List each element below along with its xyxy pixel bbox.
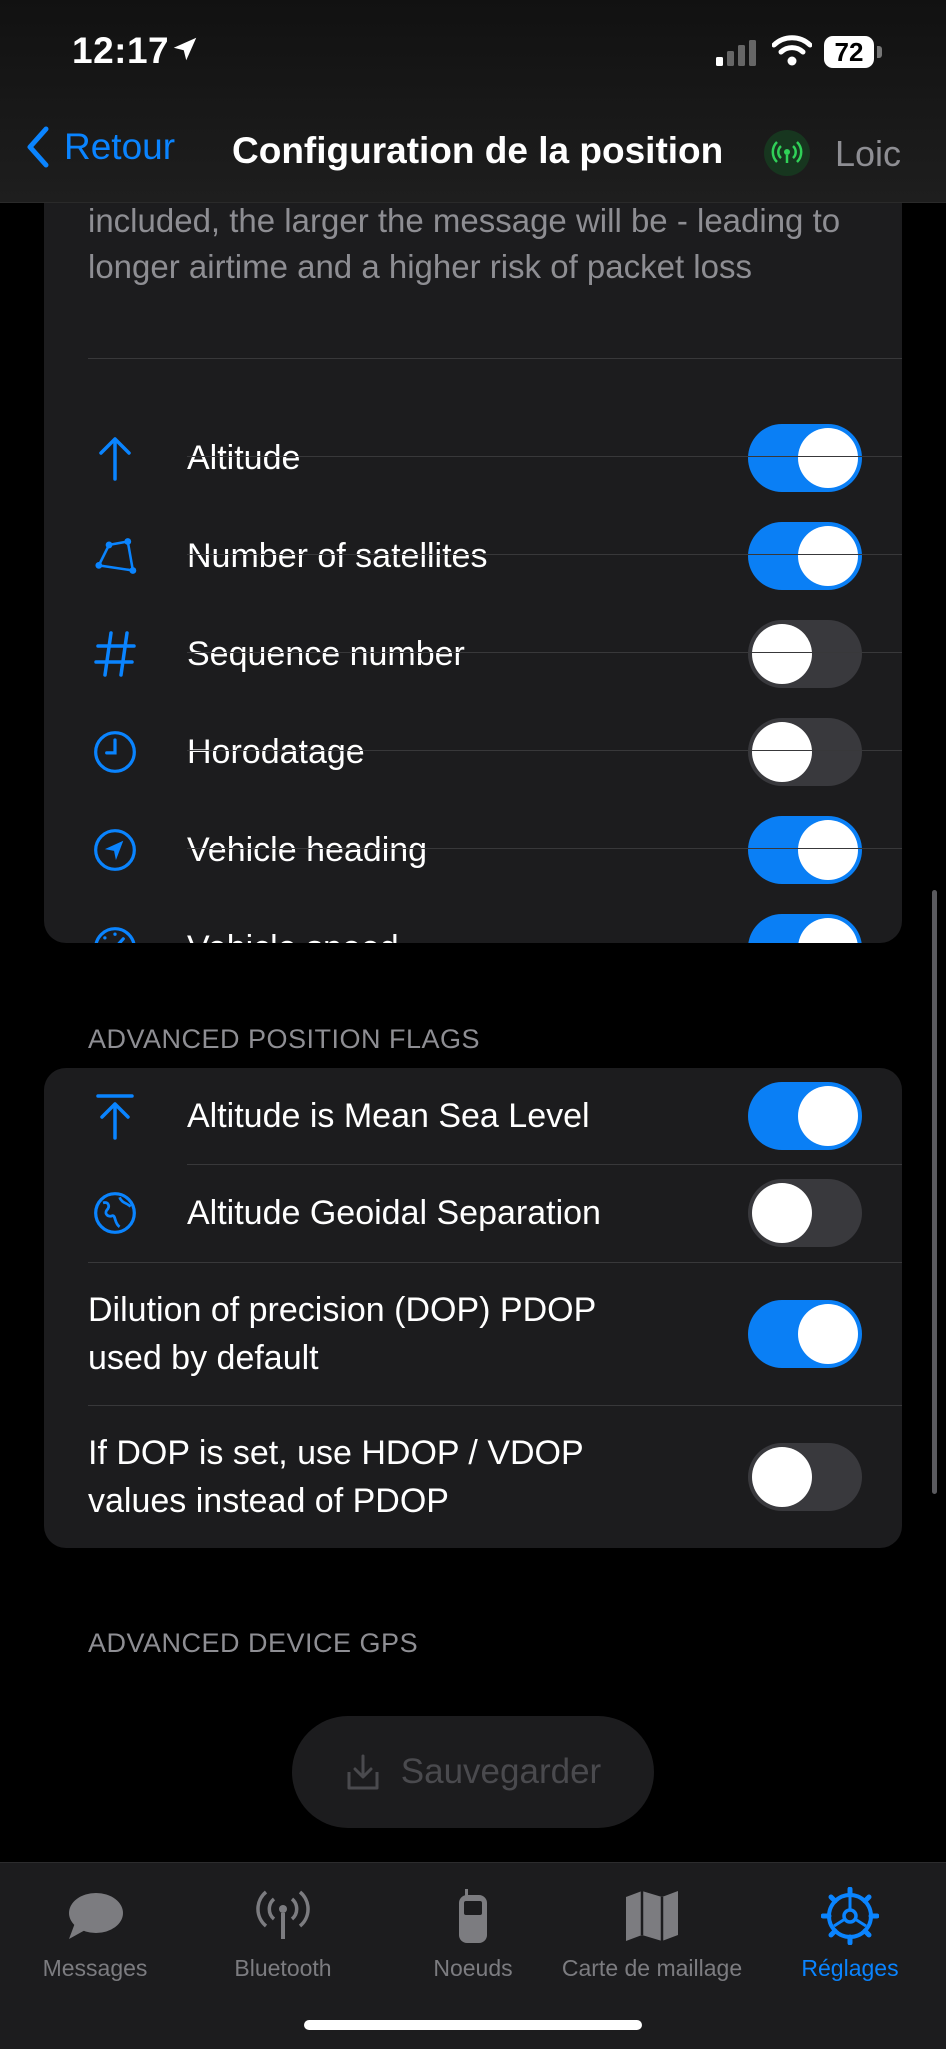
sequence-label: Sequence number — [187, 634, 465, 673]
msl-toggle[interactable] — [748, 1082, 862, 1150]
save-label: Sauvegarder — [400, 1752, 602, 1791]
sequence-row: Sequence number — [44, 606, 902, 702]
battery-indicator: 72 — [824, 36, 874, 68]
cell-signal-icon — [716, 40, 760, 71]
msl-row: Altitude is Mean Sea Level — [44, 1068, 902, 1164]
satellites-row: Number of satellites — [44, 508, 902, 604]
page-title: Configuration de la position — [232, 130, 724, 171]
back-label: Retour — [64, 126, 176, 167]
pdop-row: Dilution of precision (DOP) PDOP used by… — [44, 1263, 902, 1405]
satellite-polygon-icon — [92, 533, 138, 579]
hvdop-label: If DOP is set, use HDOP / VDOP values in… — [88, 1434, 584, 1520]
antenna-icon — [253, 1881, 313, 1951]
message-bubble-icon — [65, 1881, 125, 1951]
timestamp-label: Horodatage — [187, 732, 365, 771]
save-button[interactable]: Sauvegarder — [292, 1716, 654, 1828]
divider — [187, 750, 902, 751]
satellites-toggle[interactable] — [748, 522, 862, 590]
tab-label: Noeuds — [433, 1955, 513, 1981]
tab-label: Bluetooth — [234, 1955, 332, 1981]
hvdop-toggle[interactable] — [748, 1443, 862, 1511]
tab-messages[interactable]: Messages — [40, 1881, 150, 1982]
heading-toggle[interactable] — [748, 816, 862, 884]
gear-icon — [821, 1881, 879, 1951]
divider — [187, 456, 902, 457]
section-header-advanced-flags: ADVANCED POSITION FLAGS — [88, 1024, 481, 1054]
speed-label: Vehicle speed — [187, 929, 399, 944]
heading-label: Vehicle heading — [187, 830, 428, 869]
tab-settings[interactable]: Réglages — [798, 1881, 902, 1982]
location-arrow-circle-icon — [92, 827, 138, 873]
altitude-label: Altitude — [187, 438, 301, 477]
scroll-indicator[interactable] — [932, 890, 937, 1494]
altitude-row: Altitude — [44, 410, 902, 506]
tab-label: Réglages — [801, 1955, 899, 1981]
number-sign-icon — [92, 631, 138, 677]
advanced-flags-card: Altitude is Mean Sea Level Altitude Geoi… — [44, 1068, 902, 1548]
divider — [187, 848, 902, 849]
battery-tip — [877, 46, 882, 58]
node-name[interactable]: Loic — [835, 133, 901, 175]
arrow-up-to-line-icon — [92, 1093, 138, 1140]
pdop-toggle[interactable] — [748, 1300, 862, 1368]
arrow-up-icon — [92, 435, 138, 481]
timestamp-row: Horodatage — [44, 704, 902, 800]
hvdop-row: If DOP is set, use HDOP / VDOP values in… — [44, 1406, 902, 1548]
altitude-toggle[interactable] — [748, 424, 862, 492]
geoidal-toggle[interactable] — [748, 1179, 862, 1247]
section-header-advanced-gps: ADVANCED DEVICE GPS — [88, 1628, 419, 1658]
divider — [187, 652, 902, 653]
chevron-left-icon — [27, 126, 49, 168]
tab-nodes[interactable]: Noeuds — [420, 1881, 526, 1982]
sequence-toggle[interactable] — [748, 620, 862, 688]
status-time: 12:17 — [72, 30, 170, 71]
home-indicator — [304, 2020, 642, 2030]
msl-label: Altitude is Mean Sea Level — [187, 1096, 590, 1135]
clock-icon — [92, 729, 138, 775]
radio-device-icon — [453, 1881, 493, 1951]
tab-bluetooth[interactable]: Bluetooth — [223, 1881, 343, 1982]
timestamp-toggle[interactable] — [748, 718, 862, 786]
geoidal-row: Altitude Geoidal Separation — [44, 1165, 902, 1261]
download-tray-icon — [347, 1754, 379, 1790]
satellites-label: Number of satellites — [187, 536, 488, 575]
globe-icon — [92, 1190, 138, 1236]
position-rows: Altitude Number of satellites Sequence n… — [44, 150, 902, 943]
location-arrow-icon — [170, 34, 200, 69]
divider — [187, 554, 902, 555]
tab-label: Carte de maillage — [561, 1955, 743, 1981]
node-status-antenna-icon[interactable] — [764, 130, 810, 176]
geoidal-label: Altitude Geoidal Separation — [187, 1193, 601, 1232]
top-bar: 12:17 72 Retour Configuration de la posi… — [0, 0, 946, 203]
back-button[interactable]: Retour — [26, 126, 175, 168]
map-icon — [624, 1881, 680, 1951]
heading-row: Vehicle heading — [44, 802, 902, 898]
pdop-label: Dilution of precision (DOP) PDOP used by… — [88, 1291, 596, 1377]
speed-row: Vehicle speed — [44, 900, 902, 943]
tab-label: Messages — [42, 1955, 148, 1981]
wifi-icon — [771, 34, 813, 71]
speedometer-icon — [92, 925, 138, 943]
tab-mesh-map[interactable]: Carte de maillage — [561, 1881, 743, 1982]
speed-toggle[interactable] — [748, 914, 862, 943]
